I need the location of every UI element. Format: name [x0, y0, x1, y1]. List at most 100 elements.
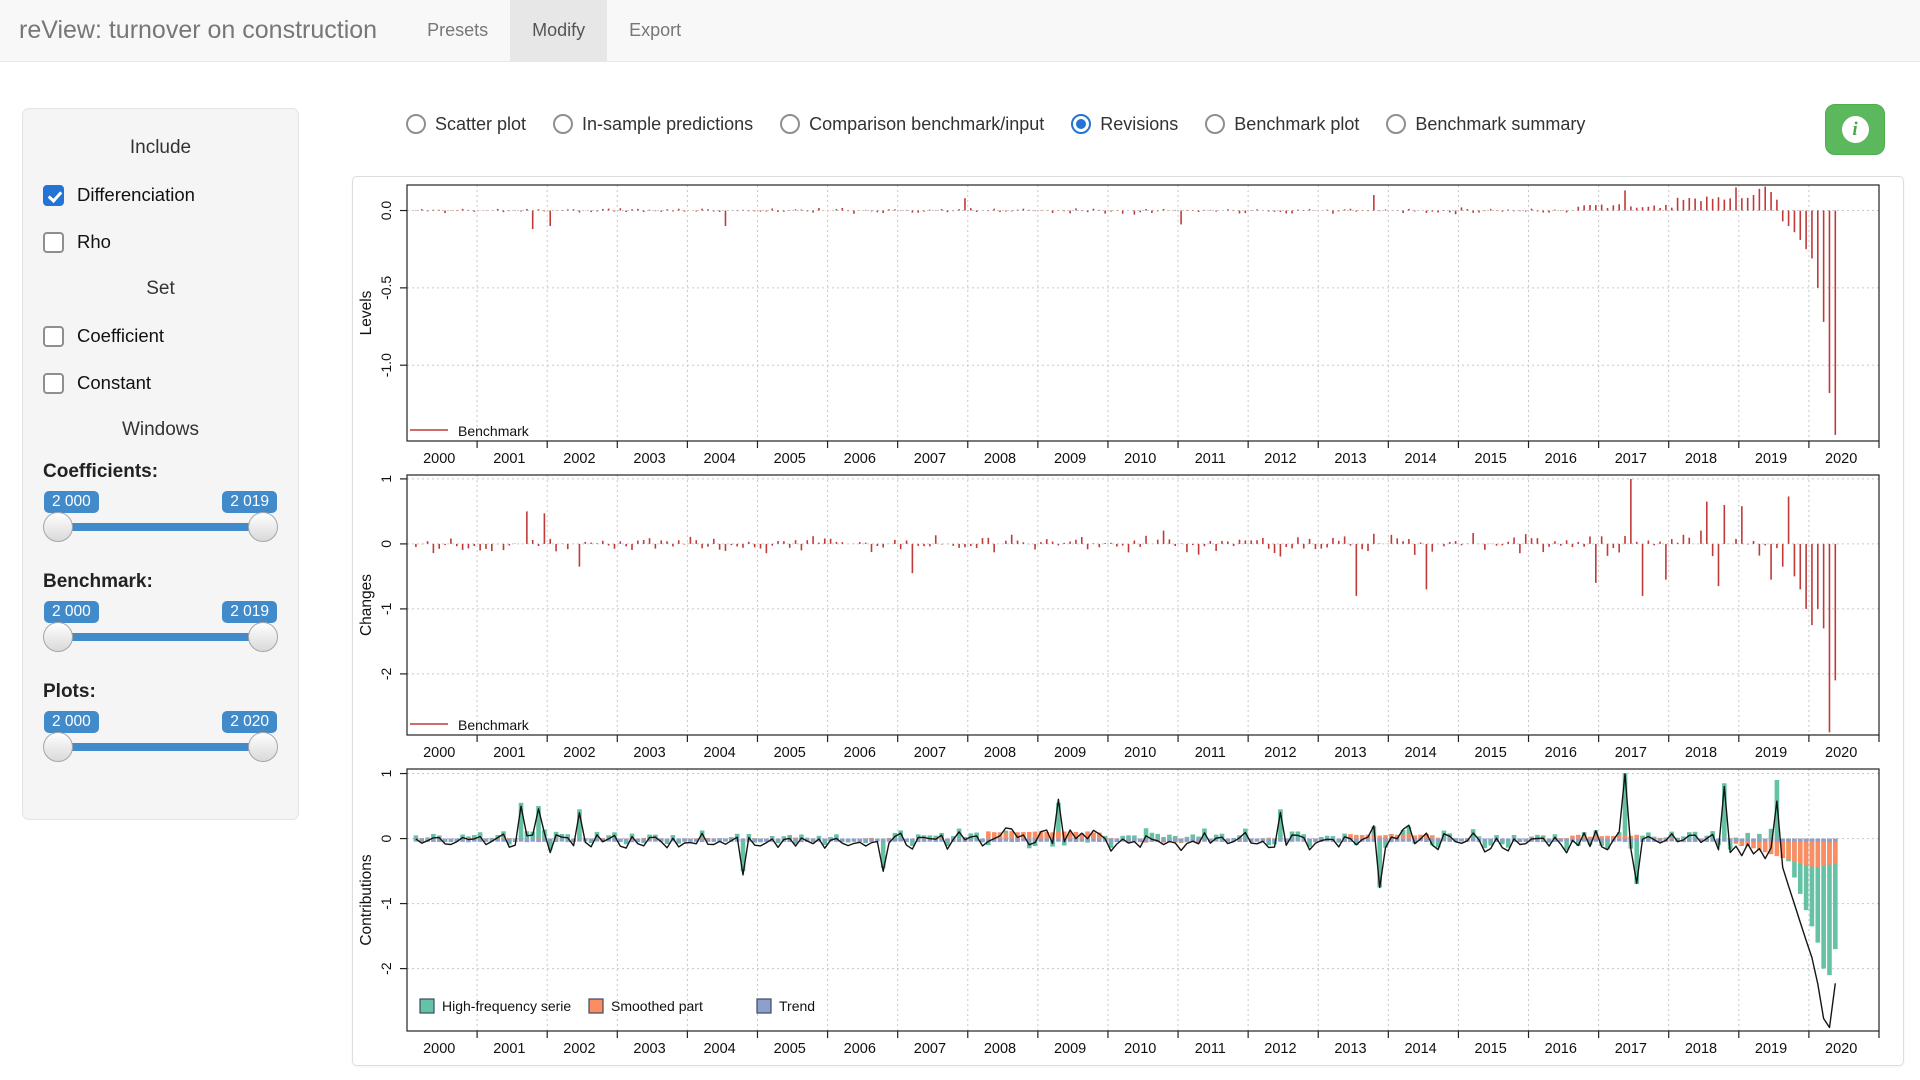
x-tick-label: 2008 — [984, 745, 1016, 761]
info-button[interactable]: i — [1825, 104, 1885, 155]
x-tick-label: 2008 — [984, 451, 1016, 467]
plot-frame — [407, 769, 1879, 1031]
x-tick-label: 2019 — [1755, 745, 1787, 761]
range-slider[interactable]: 2 0002 019 — [43, 523, 278, 531]
radio-unselected-icon[interactable] — [1386, 114, 1406, 134]
slider-to-value: 2 020 — [222, 711, 277, 733]
tab-presets[interactable]: Presets — [405, 0, 510, 61]
y-tick-label: -2 — [378, 962, 394, 975]
x-tick-label: 2015 — [1475, 451, 1507, 467]
slider-handle-left[interactable] — [43, 512, 73, 542]
x-tick-label: 2000 — [423, 1041, 455, 1057]
checkbox-checked-icon[interactable] — [43, 185, 64, 206]
radio-label: Scatter plot — [435, 114, 526, 135]
charts-panel: 0.0-0.5-1.0Levels20002001200220032004200… — [352, 176, 1904, 1066]
slider-group-coefficients: Coefficients:2 0002 019 — [43, 461, 278, 531]
app-title: reView: turnover on construction — [0, 0, 405, 61]
windows-slider-group: Coefficients:2 0002 019 Benchmark: 2 0002 … — [43, 461, 278, 751]
x-tick-label: 2010 — [1124, 1041, 1156, 1057]
x-tick-label: 2014 — [1404, 451, 1436, 467]
slider-label: Benchmark: — [43, 571, 278, 593]
legend-label: Benchmark — [458, 717, 530, 733]
legend-square-swatch — [420, 999, 434, 1013]
x-tick-label: 2013 — [1334, 451, 1366, 467]
x-tick-label: 2006 — [844, 1041, 876, 1057]
x-tick-label: 2020 — [1825, 1041, 1857, 1057]
sidebar: Include DifferenciationRho Set Coefficie… — [22, 108, 299, 820]
x-tick-label: 2018 — [1685, 1041, 1717, 1057]
radio-unselected-icon[interactable] — [780, 114, 800, 134]
radio-comparison-benchmark-input[interactable]: Comparison benchmark/input — [780, 114, 1044, 135]
x-tick-label: 2007 — [914, 745, 946, 761]
checkbox-unchecked-icon[interactable] — [43, 373, 64, 394]
x-tick-label: 2006 — [844, 745, 876, 761]
slider-track[interactable]: 2 0002 020 — [57, 743, 264, 751]
info-icon: i — [1842, 116, 1869, 143]
y-tick-label: -0.5 — [378, 276, 394, 300]
x-tick-label: 2007 — [914, 451, 946, 467]
x-tick-label: 2004 — [703, 1041, 735, 1057]
x-tick-label: 2005 — [774, 1041, 806, 1057]
radio-in-sample-predictions[interactable]: In-sample predictions — [553, 114, 753, 135]
x-tick-label: 2011 — [1195, 451, 1226, 467]
x-tick-label: 2009 — [1054, 745, 1086, 761]
checkbox-coefficient[interactable]: Coefficient — [43, 325, 278, 347]
x-tick-label: 2009 — [1054, 451, 1086, 467]
x-tick-label: 2014 — [1404, 745, 1436, 761]
radio-benchmark-plot[interactable]: Benchmark plot — [1205, 114, 1359, 135]
radio-revisions[interactable]: Revisions — [1071, 114, 1178, 135]
x-tick-label: 2017 — [1615, 745, 1647, 761]
y-axis-title: Contributions — [358, 854, 375, 946]
checkbox-rho[interactable]: Rho — [43, 231, 278, 253]
x-tick-label: 2003 — [633, 1041, 665, 1057]
x-tick-label: 2013 — [1334, 745, 1366, 761]
radio-label: Revisions — [1100, 114, 1178, 135]
x-tick-label: 2003 — [633, 745, 665, 761]
x-tick-label: 2001 — [493, 451, 525, 467]
x-tick-label: 2011 — [1195, 1041, 1226, 1057]
radio-benchmark-summary[interactable]: Benchmark summary — [1386, 114, 1585, 135]
radio-unselected-icon[interactable] — [1205, 114, 1225, 134]
x-tick-label: 2017 — [1615, 1041, 1647, 1057]
x-tick-label: 2015 — [1475, 745, 1507, 761]
checkbox-differenciation[interactable]: Differenciation — [43, 184, 278, 206]
tab-export[interactable]: Export — [607, 0, 703, 61]
set-checkbox-group: Coefficient Constant — [43, 325, 278, 394]
y-tick-label: 0 — [378, 834, 394, 842]
checkbox-unchecked-icon[interactable] — [43, 326, 64, 347]
checkbox-unchecked-icon[interactable] — [43, 232, 64, 253]
include-heading: Include — [43, 137, 278, 159]
x-tick-label: 2010 — [1124, 451, 1156, 467]
checkbox-label: Differenciation — [77, 184, 195, 206]
slider-track[interactable]: 2 0002 019 — [57, 633, 264, 641]
plot-type-radio-row: Scatter plot In-sample predictions Compari… — [406, 106, 1585, 142]
x-tick-label: 2012 — [1264, 1041, 1296, 1057]
navbar: reView: turnover on construction Presets… — [0, 0, 1920, 62]
radio-label: In-sample predictions — [582, 114, 753, 135]
slider-handle-left[interactable] — [43, 732, 73, 762]
chart-changes: 10-1-2Changes200020012002200320042005200… — [355, 469, 1899, 763]
slider-track[interactable]: 2 0002 019 — [57, 523, 264, 531]
x-tick-label: 2016 — [1545, 745, 1577, 761]
radio-unselected-icon[interactable] — [406, 114, 426, 134]
x-tick-label: 2006 — [844, 451, 876, 467]
x-tick-label: 2013 — [1334, 1041, 1366, 1057]
range-slider[interactable]: 2 0002 019 — [43, 633, 278, 641]
slider-handle-left[interactable] — [43, 622, 73, 652]
slider-handle-right[interactable] — [248, 512, 278, 542]
y-tick-label: -2 — [378, 667, 394, 680]
tab-modify[interactable]: Modify — [510, 0, 607, 61]
x-tick-label: 2020 — [1825, 745, 1857, 761]
windows-heading: Windows — [43, 419, 278, 441]
radio-selected-icon[interactable] — [1071, 114, 1091, 134]
range-slider[interactable]: 2 0002 020 — [43, 743, 278, 751]
y-tick-label: -1 — [378, 602, 394, 615]
slider-handle-right[interactable] — [248, 622, 278, 652]
x-tick-label: 2018 — [1685, 451, 1717, 467]
slider-handle-right[interactable] — [248, 732, 278, 762]
radio-unselected-icon[interactable] — [553, 114, 573, 134]
radio-scatter-plot[interactable]: Scatter plot — [406, 114, 526, 135]
include-checkbox-group: Differenciation Rho — [43, 184, 278, 253]
checkbox-constant[interactable]: Constant — [43, 372, 278, 394]
series-benchmark-revisions-levels — [416, 187, 1835, 435]
